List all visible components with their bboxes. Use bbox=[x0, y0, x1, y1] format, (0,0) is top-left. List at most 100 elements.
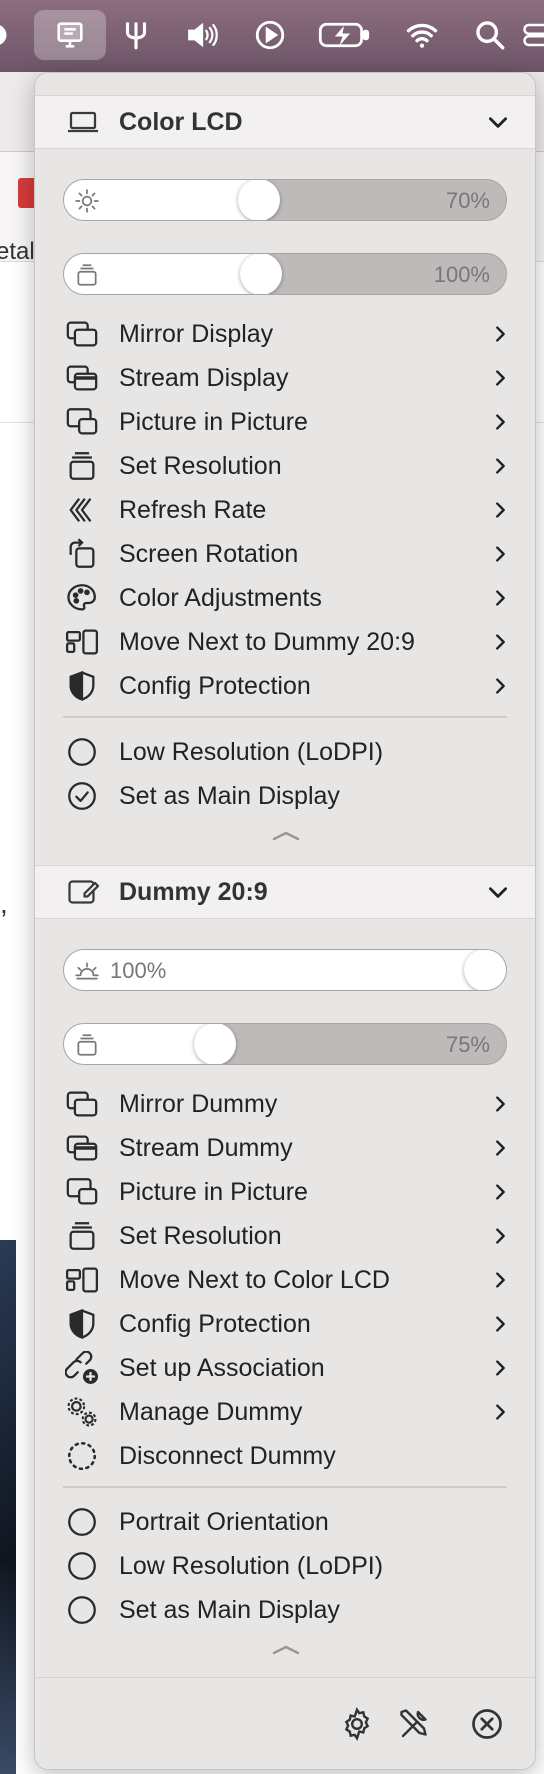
search-icon[interactable] bbox=[470, 10, 510, 60]
menu-item-set-resolution[interactable]: Set Resolution bbox=[35, 1215, 535, 1257]
chevron-right-icon bbox=[496, 634, 505, 650]
resolution-icon bbox=[69, 1222, 95, 1250]
settings-gear-icon[interactable] bbox=[339, 1706, 375, 1742]
volume-icon[interactable] bbox=[180, 10, 224, 60]
contrast-slider[interactable]: 75% bbox=[63, 1023, 507, 1065]
background-partial-text: etal bbox=[0, 238, 35, 265]
display-header-dummy[interactable]: Dummy 20:9 bbox=[35, 865, 535, 919]
collapse-chevron-icon[interactable] bbox=[271, 829, 301, 843]
menu-item-label: Refresh Rate bbox=[119, 495, 267, 524]
menu-item-label: Screen Rotation bbox=[119, 539, 299, 568]
chevron-right-icon bbox=[496, 502, 505, 518]
option-label: Set as Main Display bbox=[119, 1595, 340, 1624]
menu-item-color-adjustments[interactable]: Color Adjustments bbox=[35, 577, 535, 619]
display-header-color-lcd[interactable]: Color LCD bbox=[35, 95, 535, 149]
background-comma: , bbox=[0, 888, 8, 919]
refresh-rate-icon bbox=[69, 497, 92, 523]
menu-item-refresh-rate[interactable]: Refresh Rate bbox=[35, 489, 535, 531]
mirror-icon bbox=[66, 1091, 98, 1117]
slider-knob[interactable] bbox=[194, 1024, 236, 1064]
radio-empty-icon bbox=[68, 738, 96, 766]
background-photo bbox=[0, 1240, 16, 1774]
option-low-resolution[interactable]: Low Resolution (LoDPI) bbox=[35, 731, 535, 773]
contrast-value: 75% bbox=[445, 1032, 490, 1057]
rotation-icon bbox=[69, 538, 95, 568]
contrast-slider[interactable]: 100% bbox=[63, 253, 507, 295]
chevron-down-icon[interactable] bbox=[485, 879, 511, 905]
menu-item-config-protection[interactable]: Config Protection bbox=[35, 1303, 535, 1345]
control-center-icon[interactable] bbox=[522, 10, 544, 60]
chevron-right-icon bbox=[496, 678, 505, 694]
apple-menu-partial-icon[interactable] bbox=[0, 10, 14, 60]
menu-item-set-up-association[interactable]: Set up Association bbox=[35, 1347, 535, 1389]
resolution-stack-icon bbox=[77, 264, 97, 286]
menu-item-set-resolution[interactable]: Set Resolution bbox=[35, 445, 535, 487]
chevron-right-icon bbox=[496, 1096, 505, 1112]
chevron-right-icon bbox=[496, 1140, 505, 1156]
slider-knob[interactable] bbox=[238, 180, 280, 220]
arrange-icon bbox=[65, 1267, 99, 1293]
chevron-right-icon bbox=[496, 1360, 505, 1376]
menu-item-mirror-display[interactable]: Mirror Display bbox=[35, 313, 535, 355]
chevron-right-icon bbox=[496, 326, 505, 342]
option-label: Portrait Orientation bbox=[119, 1507, 329, 1536]
play-icon[interactable] bbox=[250, 10, 290, 60]
chevron-right-icon bbox=[496, 414, 505, 430]
menu-item-config-protection[interactable]: Config Protection bbox=[35, 665, 535, 707]
option-portrait-orientation[interactable]: Portrait Orientation bbox=[35, 1501, 535, 1543]
menu-item-picture-in-picture[interactable]: Picture in Picture bbox=[35, 401, 535, 443]
contrast-value: 100% bbox=[433, 262, 490, 287]
menu-bar bbox=[0, 0, 544, 72]
menu-item-move-next-to-color-lcd[interactable]: Move Next to Color LCD bbox=[35, 1259, 535, 1301]
menu-item-label: Config Protection bbox=[119, 1309, 311, 1338]
option-set-as-main-display[interactable]: Set as Main Display bbox=[35, 1589, 535, 1631]
disconnect-icon bbox=[67, 1441, 97, 1471]
menu-item-label: Picture in Picture bbox=[119, 407, 308, 436]
chevron-right-icon bbox=[496, 546, 505, 562]
menu-item-stream-dummy[interactable]: Stream Dummy bbox=[35, 1127, 535, 1169]
menu-item-mirror-dummy[interactable]: Mirror Dummy bbox=[35, 1083, 535, 1125]
pitchfork-icon[interactable] bbox=[116, 10, 156, 60]
mirror-icon bbox=[66, 321, 98, 347]
menu-item-stream-display[interactable]: Stream Display bbox=[35, 357, 535, 399]
chevron-right-icon bbox=[496, 370, 505, 386]
slider-knob[interactable] bbox=[240, 254, 282, 294]
divider bbox=[63, 716, 507, 718]
stream-icon bbox=[66, 1135, 98, 1161]
menu-item-manage-dummy[interactable]: Manage Dummy bbox=[35, 1391, 535, 1433]
brightness-slider[interactable]: 70% bbox=[63, 179, 507, 221]
quit-icon[interactable] bbox=[469, 1706, 505, 1742]
brightness-slider[interactable]: 100% bbox=[63, 949, 507, 991]
arrange-icon bbox=[65, 629, 99, 655]
chevron-right-icon bbox=[496, 458, 505, 474]
resolution-stack-icon bbox=[77, 1034, 97, 1056]
radio-empty-icon bbox=[68, 1508, 96, 1536]
shield-icon bbox=[69, 670, 95, 702]
resolution-icon bbox=[69, 452, 95, 480]
chevron-right-icon bbox=[496, 1316, 505, 1332]
sunrise-icon bbox=[75, 962, 99, 980]
association-icon bbox=[65, 1351, 99, 1385]
menu-item-move-next-to-dummy[interactable]: Move Next to Dummy 20:9 bbox=[35, 621, 535, 663]
battery-charging-icon[interactable] bbox=[316, 10, 372, 60]
menu-item-picture-in-picture[interactable]: Picture in Picture bbox=[35, 1171, 535, 1213]
wifi-icon[interactable] bbox=[400, 10, 444, 60]
menu-item-label: Mirror Display bbox=[119, 319, 274, 348]
option-low-resolution[interactable]: Low Resolution (LoDPI) bbox=[35, 1545, 535, 1587]
dummy-display-icon bbox=[68, 880, 100, 904]
chevron-right-icon bbox=[496, 1184, 505, 1200]
slider-knob[interactable] bbox=[464, 950, 506, 990]
chevron-down-icon[interactable] bbox=[485, 109, 511, 135]
menu-item-label: Picture in Picture bbox=[119, 1177, 308, 1206]
chevron-right-icon bbox=[496, 1272, 505, 1288]
display-title: Dummy 20:9 bbox=[119, 877, 268, 906]
menu-item-disconnect-dummy[interactable]: Disconnect Dummy bbox=[35, 1435, 535, 1477]
collapse-chevron-icon[interactable] bbox=[271, 1643, 301, 1657]
panel-footer bbox=[35, 1677, 535, 1769]
display-icon[interactable] bbox=[34, 10, 106, 60]
tools-icon[interactable] bbox=[397, 1706, 433, 1742]
menu-item-screen-rotation[interactable]: Screen Rotation bbox=[35, 533, 535, 575]
menu-item-label: Move Next to Color LCD bbox=[119, 1265, 390, 1294]
option-set-as-main-display[interactable]: Set as Main Display bbox=[35, 775, 535, 817]
menu-item-label: Mirror Dummy bbox=[119, 1089, 278, 1118]
